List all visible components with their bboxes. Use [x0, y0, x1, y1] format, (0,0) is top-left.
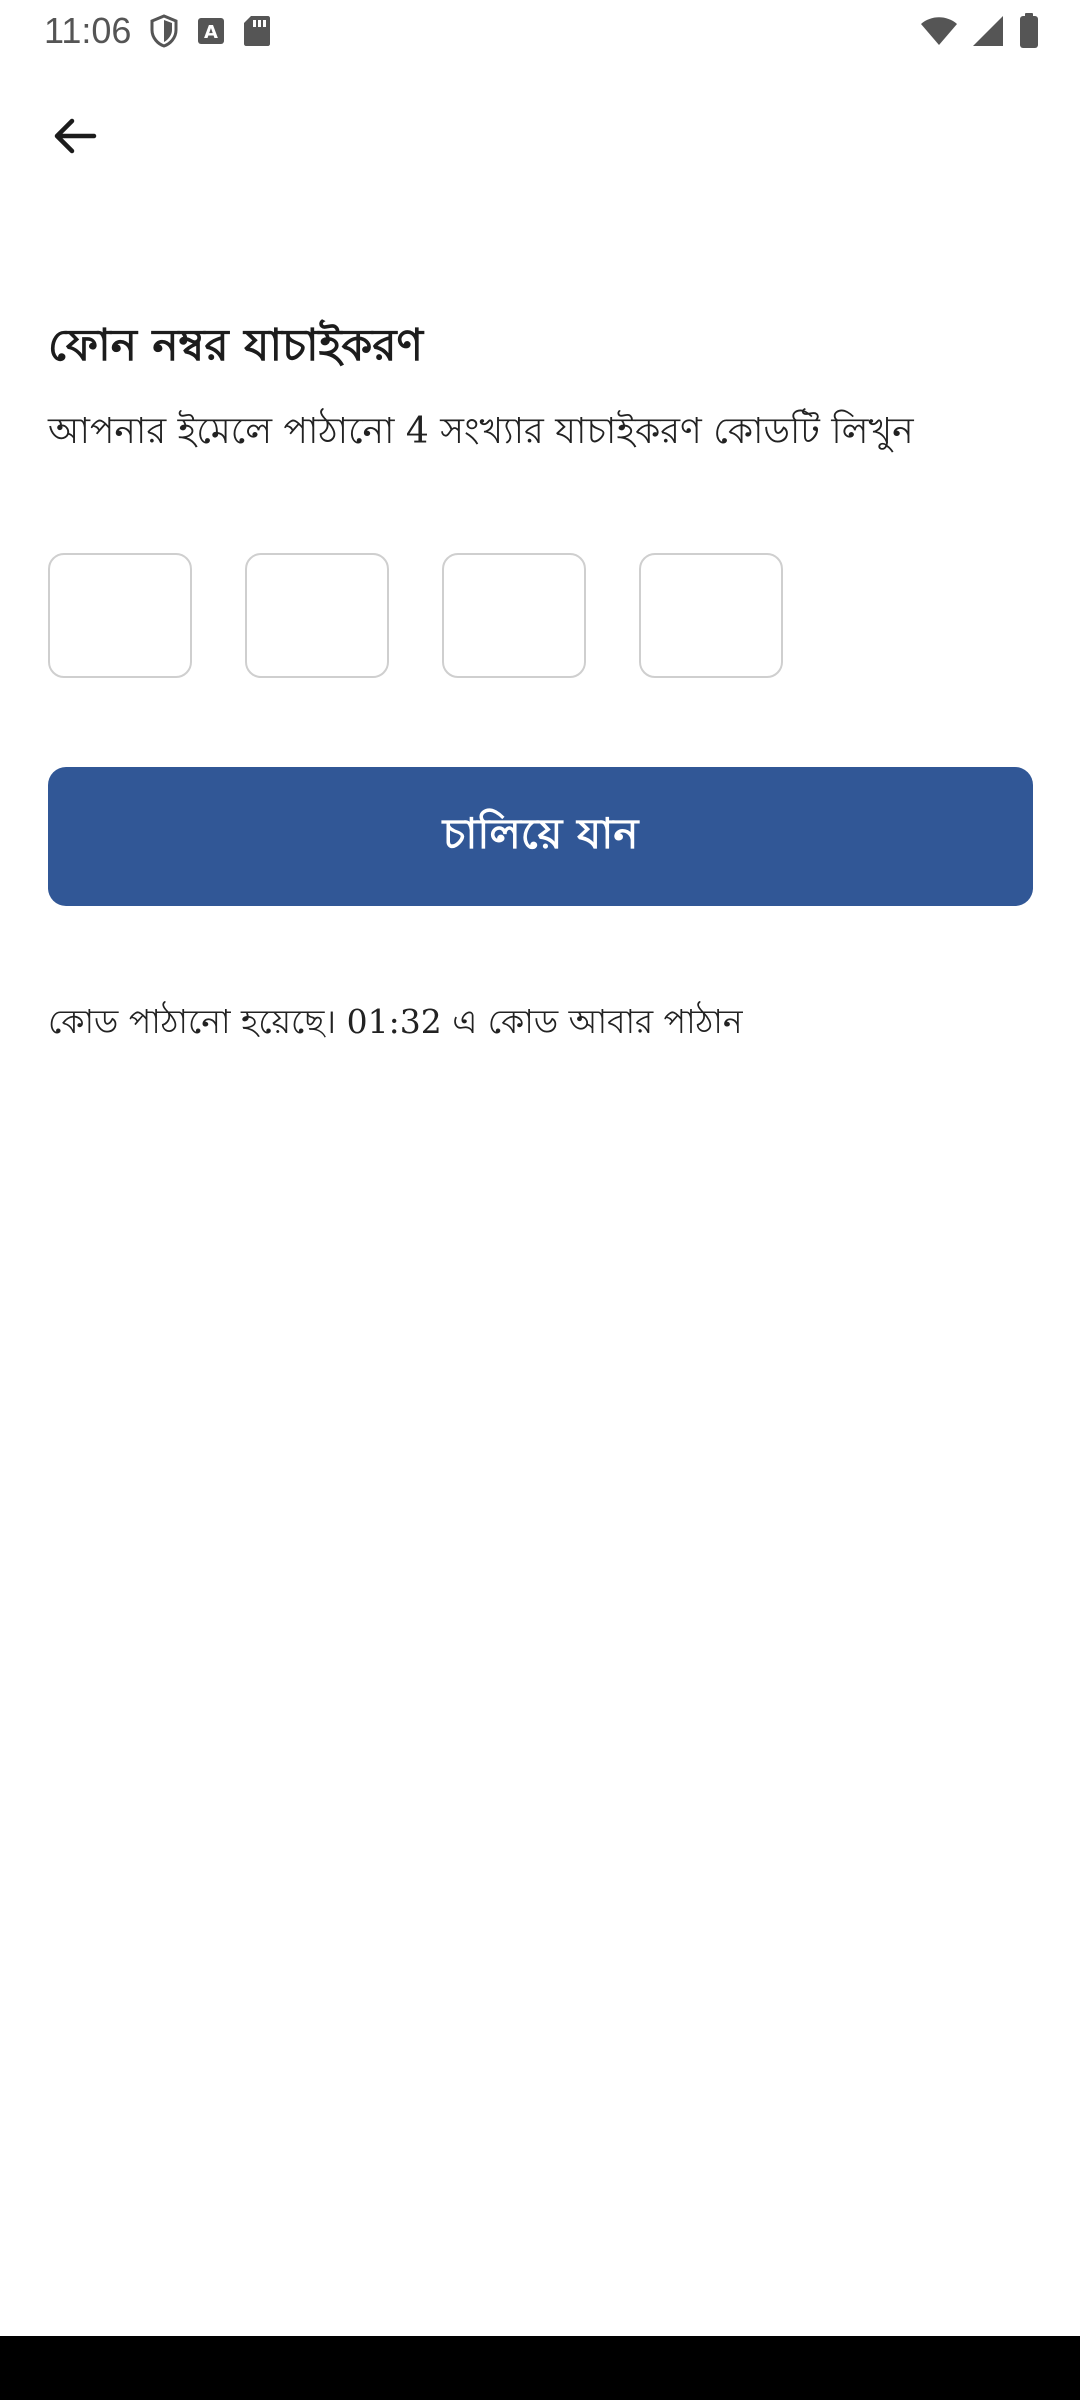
battery-icon: [1018, 13, 1040, 49]
system-nav-bar: [0, 2336, 1080, 2400]
otp-digit-1[interactable]: [48, 553, 192, 678]
status-time: 11:06: [44, 10, 132, 51]
status-right: [920, 13, 1040, 49]
arrow-left-icon: [54, 118, 97, 154]
otp-digit-2[interactable]: [245, 553, 389, 678]
resend-code-text[interactable]: কোড পাঠানো হয়েছে। 01:32 এ কোড আবার পাঠা…: [48, 996, 743, 1052]
verification-screen: 11:06 A ফোন নম্বর যাচাইকরণ আপনার ইমেলে প…: [0, 0, 1080, 2400]
back-button[interactable]: [36, 98, 112, 174]
otp-input-row: [48, 553, 783, 678]
status-left: 11:06 A: [44, 10, 271, 52]
continue-button[interactable]: চালিয়ে যান: [48, 767, 1033, 906]
continue-button-label: চালিয়ে যান: [442, 809, 639, 858]
page-title: ফোন নম্বর যাচাইকরণ: [48, 320, 424, 371]
status-bar: 11:06 A: [0, 0, 1080, 62]
signal-icon: [972, 15, 1004, 47]
otp-digit-4[interactable]: [639, 553, 783, 678]
wifi-icon: [920, 16, 958, 46]
a-box-icon: A: [197, 17, 225, 45]
page-subtitle: আপনার ইমেলে পাঠানো 4 সংখ্যার যাচাইকরণ কো…: [48, 411, 914, 452]
sd-card-icon: [243, 15, 271, 47]
home-indicator[interactable]: [398, 2254, 682, 2264]
svg-text:A: A: [204, 22, 218, 43]
shield-icon: [149, 14, 179, 48]
otp-digit-3[interactable]: [442, 553, 586, 678]
